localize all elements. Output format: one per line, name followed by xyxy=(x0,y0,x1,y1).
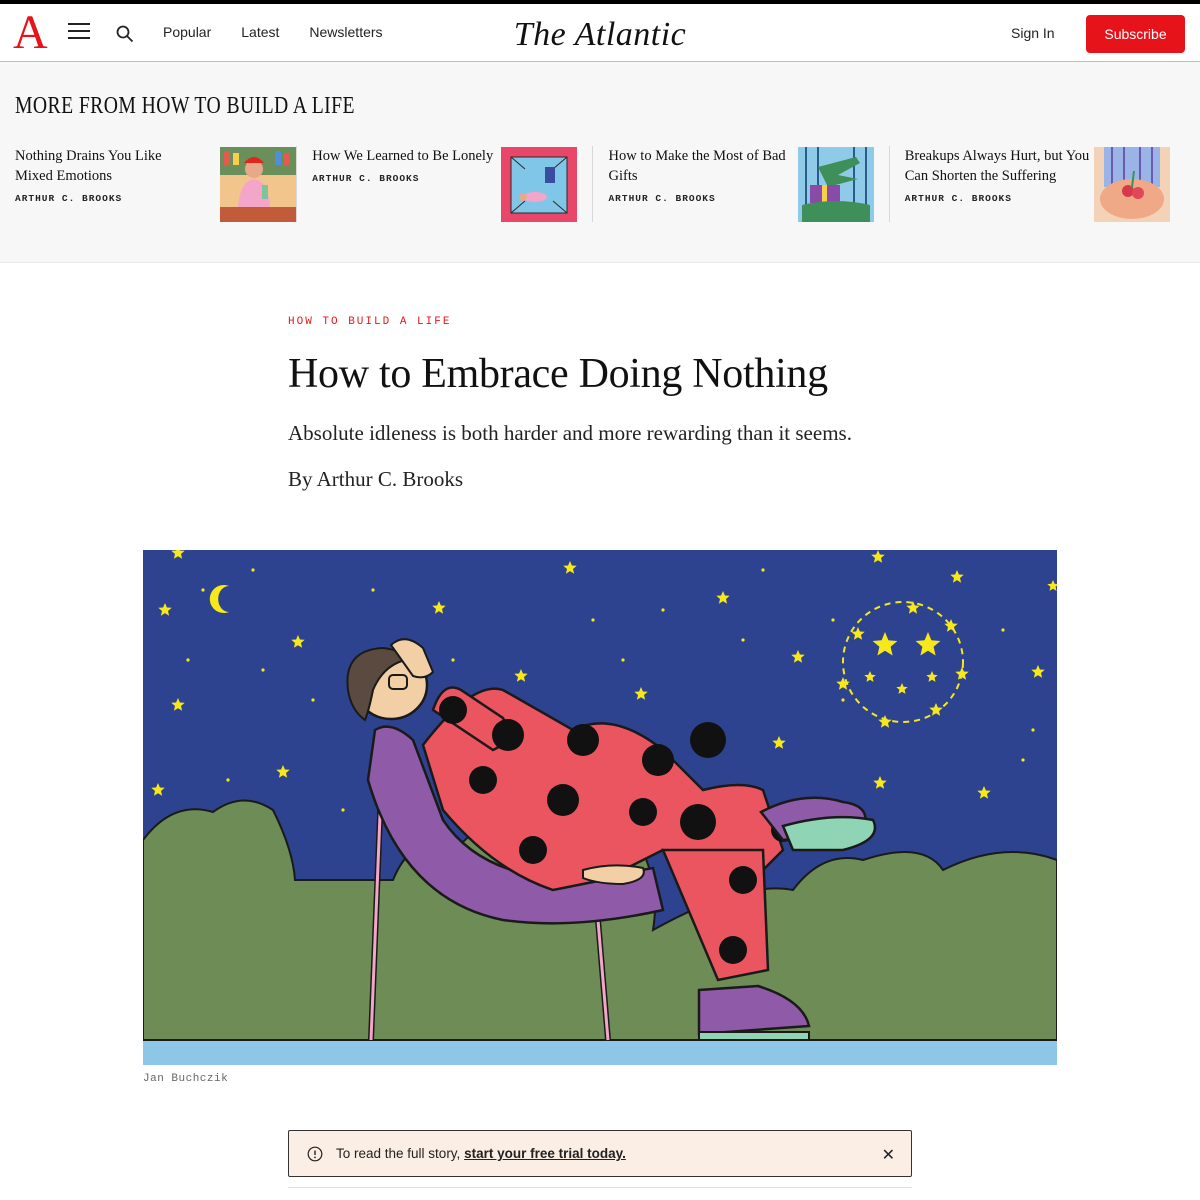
related-card-title[interactable]: Nothing Drains You Like Mixed Emotions xyxy=(15,146,200,186)
star-dot xyxy=(621,658,625,662)
related-card-thumbnail[interactable] xyxy=(797,147,874,222)
free-trial-notice: To read the full story, start your free … xyxy=(288,1130,912,1177)
article-headline: How to Embrace Doing Nothing xyxy=(288,351,828,397)
star-dot xyxy=(451,658,455,662)
star-dot xyxy=(341,808,345,812)
star-dot xyxy=(661,608,665,612)
top-bar: A Popular Latest Newsletters The Atlanti… xyxy=(0,0,1200,62)
related-card[interactable]: Nothing Drains You Like Mixed Emotions A… xyxy=(15,146,297,222)
related-card[interactable]: How We Learned to Be Lonely ARTHUR C. BR… xyxy=(296,146,592,222)
image-credit: Jan Buchczik xyxy=(143,1073,229,1085)
star-dot xyxy=(1021,758,1025,762)
hero-illustration xyxy=(143,550,1057,1065)
star-dot xyxy=(1031,728,1035,732)
related-card-title[interactable]: How to Make the Most of Bad Gifts xyxy=(608,146,793,186)
related-card-thumbnail[interactable] xyxy=(1093,147,1170,222)
related-card[interactable]: Breakups Always Hurt, but You Can Shorte… xyxy=(888,146,1185,222)
star-dot xyxy=(761,568,765,572)
star-dot xyxy=(831,618,835,622)
star-dot xyxy=(1001,628,1005,632)
star-dot xyxy=(311,698,315,702)
star-dot xyxy=(591,618,595,622)
more-from-title: MORE FROM HOW TO BUILD A LIFE xyxy=(15,93,355,119)
related-card[interactable]: How to Make the Most of Bad Gifts ARTHUR… xyxy=(592,146,888,222)
divider xyxy=(288,1187,912,1188)
free-trial-link[interactable]: start your free trial today. xyxy=(464,1146,626,1161)
star-dot xyxy=(741,638,745,642)
star-dot xyxy=(841,698,845,702)
star-dot xyxy=(261,668,265,672)
star-dot xyxy=(201,588,205,592)
star-dot xyxy=(186,658,190,662)
subscribe-button[interactable]: Subscribe xyxy=(1086,15,1185,53)
star-dot xyxy=(371,588,375,592)
star-dot xyxy=(251,568,255,572)
related-card-title[interactable]: How We Learned to Be Lonely xyxy=(312,146,497,166)
related-card-title[interactable]: Breakups Always Hurt, but You Can Shorte… xyxy=(905,146,1090,186)
notice-text: To read the full story, start your free … xyxy=(336,1146,626,1161)
article-byline[interactable]: By Arthur C. Brooks xyxy=(288,467,463,492)
sign-in-link[interactable]: Sign In xyxy=(1011,25,1055,41)
related-articles: Nothing Drains You Like Mixed Emotions A… xyxy=(15,146,1185,222)
related-card-thumbnail[interactable] xyxy=(501,147,578,222)
article-dek: Absolute idleness is both harder and mor… xyxy=(288,421,852,445)
related-card-thumbnail[interactable] xyxy=(220,147,297,222)
more-from-section: MORE FROM HOW TO BUILD A LIFE Nothing Dr… xyxy=(0,62,1200,263)
info-icon xyxy=(307,1146,323,1162)
star-dot xyxy=(226,778,230,782)
article-rubric[interactable]: HOW TO BUILD A LIFE xyxy=(288,316,451,328)
notice-message: To read the full story, xyxy=(336,1146,465,1161)
close-icon[interactable]: ✕ xyxy=(882,1145,895,1165)
